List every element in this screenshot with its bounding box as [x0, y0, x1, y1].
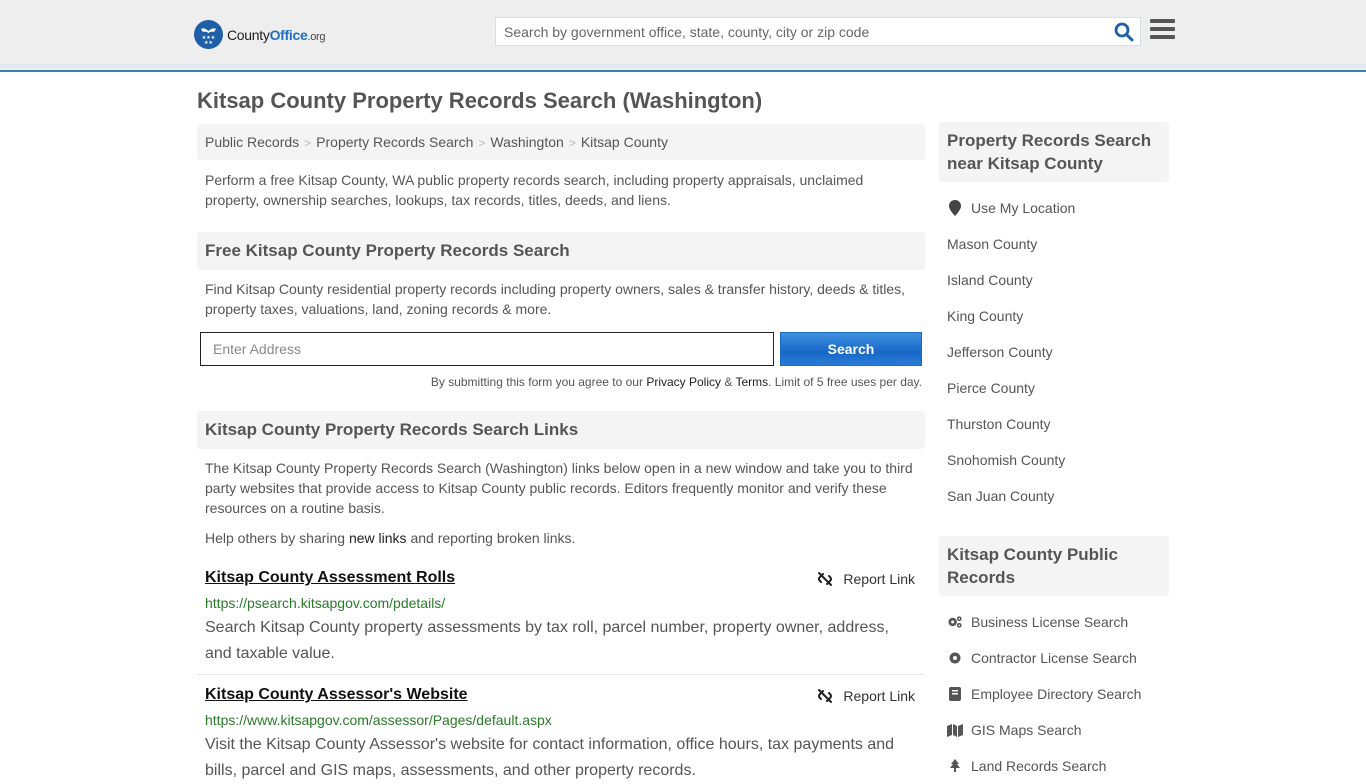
- nearby-county-item: Snohomish County: [939, 442, 1169, 478]
- free-search-description: Find Kitsap County residential property …: [205, 281, 906, 317]
- public-record-item: Employee Directory Search: [939, 676, 1169, 712]
- help-suffix: and reporting broken links.: [406, 530, 576, 546]
- logo-prefix: County: [227, 26, 270, 43]
- nearby-list: Use My Location Mason County Island Coun…: [939, 190, 1169, 514]
- free-search-heading: Free Kitsap County Property Records Sear…: [197, 232, 925, 270]
- breadcrumb-separator: >: [478, 136, 486, 150]
- breadcrumb: Public Records > Property Records Search > W…: [197, 124, 925, 160]
- menu-bar: [1150, 19, 1175, 23]
- nearby-heading: Property Records Search near Kitsap Coun…: [939, 122, 1169, 182]
- breadcrumb-separator: >: [568, 136, 576, 150]
- privacy-policy-link[interactable]: Privacy Policy: [646, 375, 721, 389]
- gears-icon: [947, 615, 963, 629]
- report-link-label: Report Link: [843, 688, 915, 704]
- logo-emblem-icon: ★★★ ★★: [194, 20, 223, 49]
- terms-notice: By submitting this form you agree to our…: [431, 375, 922, 389]
- links-description: The Kitsap County Property Records Searc…: [205, 460, 913, 516]
- help-prefix: Help others by sharing: [205, 530, 349, 546]
- broken-link-icon: [818, 572, 833, 586]
- nearby-county-link[interactable]: Mason County: [947, 236, 1037, 252]
- public-record-item: GIS Maps Search: [939, 712, 1169, 748]
- menu-bar: [1150, 35, 1175, 39]
- divider: [197, 674, 925, 675]
- contractor-license-search-link[interactable]: Contractor License Search: [971, 650, 1137, 666]
- resource-link-title[interactable]: Kitsap County Assessor's Website: [205, 686, 468, 704]
- page-title: Kitsap County Property Records Search (W…: [197, 88, 763, 113]
- use-location-item: Use My Location: [939, 190, 1169, 226]
- nearby-county-item: Pierce County: [939, 370, 1169, 406]
- public-records-heading: Kitsap County Public Records: [939, 536, 1169, 596]
- gis-maps-search-link[interactable]: GIS Maps Search: [971, 722, 1082, 738]
- resource-link-description: Search Kitsap County property assessment…: [205, 619, 889, 662]
- intro-text: Perform a free Kitsap County, WA public …: [205, 172, 864, 208]
- nearby-county-link[interactable]: Pierce County: [947, 380, 1035, 396]
- map-marker-icon: [947, 200, 963, 216]
- nearby-county-item: Island County: [939, 262, 1169, 298]
- use-my-location-link[interactable]: Use My Location: [971, 200, 1075, 216]
- breadcrumb-kitsap-county[interactable]: Kitsap County: [581, 134, 668, 150]
- breadcrumb-public-records[interactable]: Public Records: [205, 134, 299, 150]
- broken-link-icon: [818, 689, 833, 703]
- resource-link-url: https://www.kitsapgov.com/assessor/Pages…: [205, 712, 552, 728]
- nearby-county-link[interactable]: Island County: [947, 272, 1033, 288]
- site-header: ★★★ ★★ CountyOffice.org: [0, 0, 1366, 72]
- logo-brand: Office: [269, 26, 308, 43]
- map-icon: [947, 723, 963, 737]
- public-record-item: Contractor License Search: [939, 640, 1169, 676]
- public-record-item: Land Records Search: [939, 748, 1169, 784]
- public-records-list: Business License Search Contractor Licen…: [939, 604, 1169, 784]
- terms-link[interactable]: Terms: [735, 375, 768, 389]
- breadcrumb-separator: >: [304, 136, 312, 150]
- hamburger-menu-icon[interactable]: [1150, 19, 1175, 41]
- public-records-sidebar: Kitsap County Public Records Business Li…: [939, 536, 1169, 784]
- resource-link-description: Visit the Kitsap County Assessor's websi…: [205, 736, 895, 779]
- main-content: Public Records > Property Records Search > W…: [197, 124, 925, 779]
- nearby-county-link[interactable]: Snohomish County: [947, 452, 1065, 468]
- terms-prefix: By submitting this form you agree to our: [430, 375, 647, 389]
- nearby-county-link[interactable]: San Juan County: [947, 488, 1054, 504]
- nearby-county-item: San Juan County: [939, 478, 1169, 514]
- gear-icon: [947, 651, 963, 665]
- employee-directory-search-link[interactable]: Employee Directory Search: [971, 686, 1141, 702]
- tree-icon: [947, 759, 963, 773]
- nearby-county-item: Mason County: [939, 226, 1169, 262]
- help-text: Help others by sharing new links and rep…: [205, 528, 917, 548]
- nearby-county-item: Thurston County: [939, 406, 1169, 442]
- nearby-county-item: Jefferson County: [939, 334, 1169, 370]
- search-icon[interactable]: [1114, 22, 1134, 42]
- report-link-button[interactable]: Report Link: [817, 688, 915, 704]
- svg-text:★★: ★★: [204, 40, 213, 46]
- breadcrumb-property-records-search[interactable]: Property Records Search: [316, 134, 473, 150]
- public-record-item: Business License Search: [939, 604, 1169, 640]
- site-search-input[interactable]: [496, 18, 1096, 45]
- menu-bar: [1150, 27, 1175, 31]
- new-links-link[interactable]: new links: [349, 530, 407, 546]
- report-link-label: Report Link: [843, 571, 915, 587]
- site-search: [495, 17, 1141, 46]
- terms-amp: &: [721, 375, 736, 389]
- nearby-county-link[interactable]: Thurston County: [947, 416, 1051, 432]
- report-link-button[interactable]: Report Link: [817, 571, 915, 587]
- resource-link-title[interactable]: Kitsap County Assessment Rolls: [205, 569, 455, 587]
- address-search-button[interactable]: Search: [780, 332, 922, 366]
- nearby-county-link[interactable]: Jefferson County: [947, 344, 1053, 360]
- terms-suffix: . Limit of 5 free uses per day.: [768, 375, 922, 389]
- nearby-county-link[interactable]: King County: [947, 308, 1023, 324]
- site-logo[interactable]: ★★★ ★★ CountyOffice.org: [194, 20, 326, 49]
- land-records-search-link[interactable]: Land Records Search: [971, 758, 1106, 774]
- logo-text: CountyOffice.org: [227, 26, 326, 43]
- links-heading: Kitsap County Property Records Search Li…: [197, 411, 925, 449]
- logo-suffix: .org: [307, 30, 326, 43]
- nearby-county-item: King County: [939, 298, 1169, 334]
- nearby-sidebar: Property Records Search near Kitsap Coun…: [939, 122, 1169, 514]
- resource-link-url: https://psearch.kitsapgov.com/pdetails/: [205, 595, 446, 611]
- book-icon: [947, 687, 963, 701]
- address-input[interactable]: [200, 332, 774, 366]
- business-license-search-link[interactable]: Business License Search: [971, 614, 1128, 630]
- breadcrumb-washington[interactable]: Washington: [490, 134, 563, 150]
